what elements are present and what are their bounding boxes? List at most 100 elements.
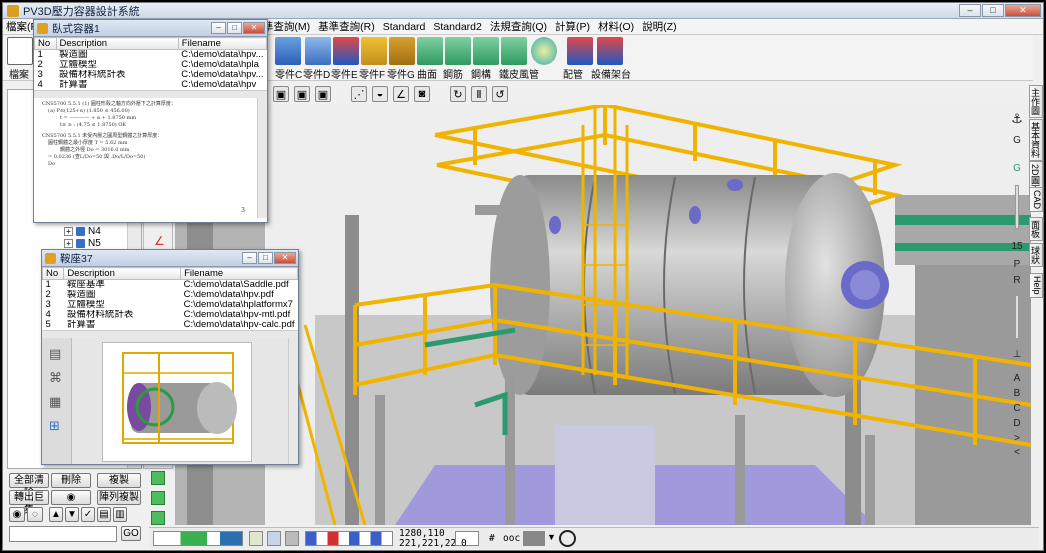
- angle-icon[interactable]: ∠: [393, 86, 409, 102]
- maximize-button[interactable]: □: [982, 4, 1004, 17]
- vessel-window-titlebar[interactable]: 臥式容器1 – □ ✕: [34, 20, 267, 37]
- array-copy-button[interactable]: 陣列複製: [97, 490, 141, 505]
- prev-view-button[interactable]: <: [1007, 447, 1027, 458]
- column-header[interactable]: Filename: [177, 37, 267, 50]
- view-cube-icon-2[interactable]: ▣: [294, 86, 310, 102]
- next-view-button[interactable]: >: [1007, 433, 1027, 444]
- window-minimize-button[interactable]: –: [211, 22, 226, 34]
- zoom-slider[interactable]: [1015, 185, 1019, 229]
- right-tab[interactable]: 主作圖: [1029, 85, 1043, 118]
- table-row[interactable]: 3 立體模型 C:\demo\data\hplatformx7: [43, 300, 298, 310]
- export-macro-button[interactable]: 轉出巨集: [9, 490, 49, 516]
- right-tab[interactable]: Help: [1029, 273, 1043, 298]
- page-icon[interactable]: ▤: [97, 507, 111, 522]
- grid-button[interactable]: G: [1007, 135, 1027, 146]
- horizontal-scrollbar[interactable]: [34, 90, 267, 98]
- view-a-button[interactable]: A: [1007, 373, 1027, 384]
- copy-button[interactable]: 複製: [97, 473, 141, 488]
- color-button[interactable]: G: [1007, 163, 1027, 174]
- green-toggle-1[interactable]: [151, 471, 165, 485]
- target-icon[interactable]: [559, 530, 576, 547]
- bookmark-icon[interactable]: ⊞: [49, 418, 64, 434]
- level-icon[interactable]: ⊥: [1007, 349, 1027, 360]
- curve-button[interactable]: [417, 37, 443, 65]
- tree-node-n5[interactable]: + N5: [64, 238, 101, 249]
- print-icon[interactable]: [267, 531, 281, 546]
- attachment-icon[interactable]: ⌘: [49, 370, 64, 386]
- menu-item[interactable]: Standard2: [433, 21, 481, 33]
- color-select[interactable]: [523, 531, 545, 546]
- layer-color-bar[interactable]: [153, 531, 243, 546]
- camera-icon[interactable]: ◙: [414, 86, 430, 102]
- color-palette[interactable]: [305, 531, 393, 546]
- document-scrollbar[interactable]: [257, 98, 267, 218]
- column-header[interactable]: Description: [63, 267, 182, 280]
- column-header[interactable]: No: [42, 267, 65, 280]
- refresh-icon[interactable]: ↻: [450, 86, 466, 102]
- duct-button[interactable]: [501, 37, 527, 65]
- doc-icon[interactable]: ▥: [113, 507, 127, 522]
- angle-tool-icon[interactable]: ∠: [154, 234, 165, 248]
- view-cube-icon-3[interactable]: ▣: [315, 86, 331, 102]
- column-header[interactable]: No: [34, 37, 57, 50]
- piping-button[interactable]: [567, 37, 593, 65]
- dotted-select-icon[interactable]: ⋰: [351, 86, 367, 102]
- menu-item[interactable]: 基準查詢(R): [318, 19, 375, 34]
- steel-button[interactable]: [473, 37, 499, 65]
- settings-icon[interactable]: [285, 531, 299, 546]
- tree-node-n4[interactable]: + N4: [64, 226, 101, 237]
- window-minimize-button[interactable]: –: [242, 252, 257, 264]
- command-input[interactable]: [9, 526, 117, 542]
- view-d-button[interactable]: D: [1007, 418, 1027, 429]
- vessel-document-window[interactable]: 臥式容器1 – □ ✕ No Description Filename 1 製造圖…: [33, 19, 268, 223]
- layers-icon[interactable]: ▦: [49, 394, 64, 410]
- menu-item[interactable]: 說明(Z): [642, 19, 676, 34]
- green-toggle-3[interactable]: [151, 511, 165, 525]
- delete-button[interactable]: 刪除: [51, 473, 91, 488]
- go-button[interactable]: GO: [121, 526, 141, 541]
- eye-icon[interactable]: ◉: [9, 507, 25, 522]
- chevron-down-icon[interactable]: ▼: [547, 532, 556, 542]
- view-b-button[interactable]: B: [1007, 388, 1027, 399]
- check-icon[interactable]: ✓: [81, 507, 95, 522]
- undo-icon[interactable]: ↺: [492, 86, 508, 102]
- right-tab[interactable]: CAD: [1029, 187, 1043, 213]
- macro-record-icon[interactable]: ◉: [51, 490, 91, 505]
- arrow-down-icon[interactable]: ▼: [65, 507, 79, 522]
- expand-icon[interactable]: +: [64, 239, 73, 248]
- paint-icon[interactable]: [249, 531, 263, 546]
- part-e-button[interactable]: [333, 37, 359, 65]
- part-c-button[interactable]: [275, 37, 301, 65]
- menu-item[interactable]: Standard: [383, 21, 426, 33]
- part-f-button[interactable]: [361, 37, 387, 65]
- close-button[interactable]: ✕: [1005, 4, 1041, 17]
- window-close-button[interactable]: ✕: [274, 252, 296, 264]
- rebar-button[interactable]: [445, 37, 471, 65]
- line-style-box[interactable]: [455, 531, 479, 546]
- equipment-frame-button[interactable]: [597, 37, 623, 65]
- window-close-button[interactable]: ✕: [243, 22, 265, 34]
- minimize-button[interactable]: –: [959, 4, 981, 17]
- part-g-button[interactable]: [389, 37, 415, 65]
- r-button[interactable]: R: [1007, 275, 1027, 286]
- column-header[interactable]: Filename: [180, 267, 298, 280]
- table-row[interactable]: 2 立體模型 C:\demo\data\hpla: [35, 60, 267, 70]
- table-row[interactable]: 4 計算書 C:\demo\data\hpv: [35, 80, 267, 90]
- pause-icon[interactable]: Ⅱ: [471, 86, 487, 102]
- menu-item[interactable]: 計算(P): [555, 19, 590, 34]
- sheet-duct-button[interactable]: [531, 37, 557, 65]
- right-tab[interactable]: 基本資料: [1029, 119, 1043, 161]
- arrow-up-icon[interactable]: ▲: [49, 507, 63, 522]
- table-row[interactable]: 1 製造圖 C:\demo\data\hpv...: [35, 50, 267, 61]
- horizontal-scrollbar[interactable]: [42, 330, 298, 338]
- column-header[interactable]: Description: [55, 37, 179, 50]
- hide-icon[interactable]: ◌: [27, 507, 43, 522]
- preview-scrollbar[interactable]: [288, 338, 298, 464]
- pages-icon[interactable]: ▤: [49, 346, 64, 362]
- green-toggle-2[interactable]: [151, 491, 165, 505]
- clear-all-button[interactable]: 全部清除: [9, 473, 49, 499]
- table-row[interactable]: 1 鞍座基準 C:\demo\data\Saddle.pdf: [43, 280, 298, 291]
- menu-item[interactable]: 法規查詢(Q): [490, 19, 547, 34]
- saddle-window-titlebar[interactable]: 鞍座37 – □ ✕: [42, 250, 298, 267]
- window-maximize-button[interactable]: □: [227, 22, 242, 34]
